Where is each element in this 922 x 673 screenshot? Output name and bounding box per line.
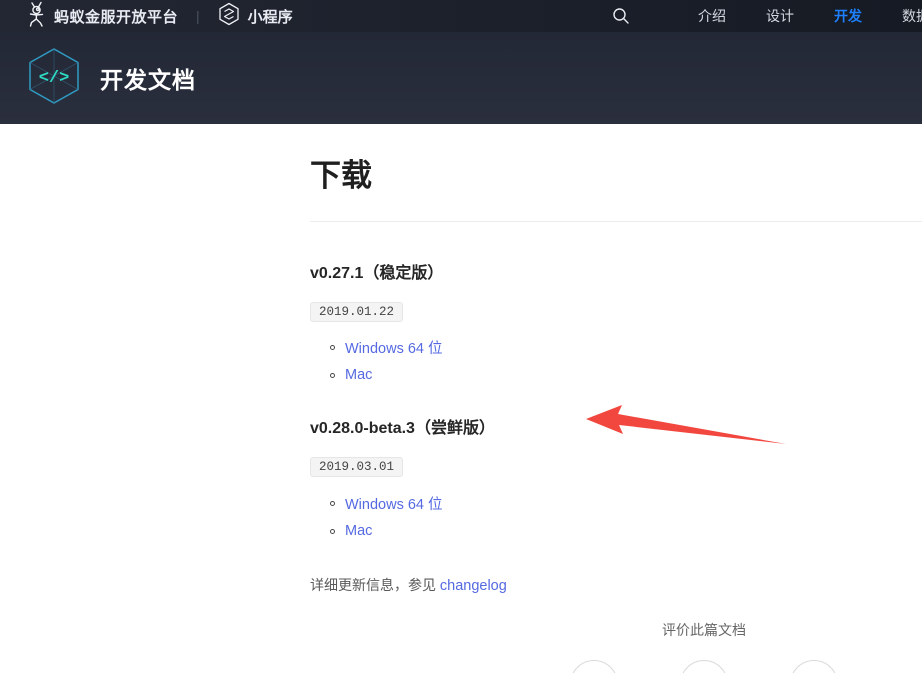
mini-program-hexagon-icon	[218, 2, 240, 31]
list-item: Mac	[330, 361, 443, 389]
svg-text:</>: </>	[39, 69, 70, 88]
mini-program-link[interactable]: 小程序	[218, 2, 293, 31]
brand-divider: |	[196, 8, 200, 24]
top-nav-menu: 介绍 设计 开发 数据	[678, 6, 922, 26]
bullet-icon	[330, 345, 335, 350]
bullet-icon	[330, 529, 335, 534]
list-item: Mac	[330, 517, 443, 545]
dev-docs-cube-icon: </>	[26, 46, 82, 111]
list-item: Windows 64 位	[330, 333, 443, 361]
title-divider	[310, 221, 922, 222]
rating-face-bad[interactable]	[790, 660, 838, 673]
brand-name: 蚂蚁金服开放平台	[54, 6, 178, 27]
download-link-windows[interactable]: Windows 64 位	[345, 337, 443, 358]
doc-header: </> 开发文档	[0, 32, 922, 124]
nav-item-data[interactable]: 数据	[902, 6, 922, 26]
rating-title: 评价此篇文档	[504, 620, 904, 640]
note-text: 详细更新信息，参见	[310, 577, 440, 593]
rating-section: 评价此篇文档	[504, 620, 904, 640]
download-link-mac[interactable]: Mac	[345, 367, 372, 383]
rating-face-neutral[interactable]	[680, 660, 728, 673]
top-navigation-bar: 蚂蚁金服开放平台 | 小程序 介绍 设计 开发 数据	[0, 0, 922, 32]
download-link-windows[interactable]: Windows 64 位	[345, 493, 443, 514]
release-date-badge: 2019.03.01	[310, 457, 403, 477]
bullet-icon	[330, 373, 335, 378]
nav-item-intro[interactable]: 介绍	[698, 6, 726, 26]
ant-logo-icon	[24, 1, 48, 32]
search-icon[interactable]	[604, 0, 638, 32]
download-list-beta: Windows 64 位 Mac	[330, 489, 443, 545]
nav-item-design[interactable]: 设计	[766, 6, 794, 26]
main-content: 下载 v0.27.1（稳定版） 2019.01.22 Windows 64 位 …	[0, 124, 922, 673]
nav-item-develop[interactable]: 开发	[834, 6, 862, 26]
download-list-stable: Windows 64 位 Mac	[330, 333, 443, 389]
brand-home-link[interactable]: 蚂蚁金服开放平台	[24, 1, 178, 32]
version-heading-beta: v0.28.0-beta.3（尝鲜版）	[310, 414, 495, 438]
changelog-note: 详细更新信息，参见 changelog	[310, 575, 507, 595]
rating-face-good[interactable]	[570, 660, 618, 673]
list-item: Windows 64 位	[330, 489, 443, 517]
page: 蚂蚁金服开放平台 | 小程序 介绍 设计 开发 数据	[0, 0, 922, 673]
release-date-badge: 2019.01.22	[310, 302, 403, 322]
version-heading-stable: v0.27.1（稳定版）	[310, 259, 443, 283]
bullet-icon	[330, 501, 335, 506]
page-title: 下载	[310, 150, 372, 195]
changelog-link[interactable]: changelog	[440, 578, 507, 594]
doc-header-title: 开发文档	[100, 61, 196, 95]
topbar-right: 介绍 设计 开发 数据	[604, 0, 922, 32]
rating-faces	[504, 660, 904, 673]
product-name: 小程序	[248, 6, 293, 27]
download-link-mac[interactable]: Mac	[345, 523, 372, 539]
